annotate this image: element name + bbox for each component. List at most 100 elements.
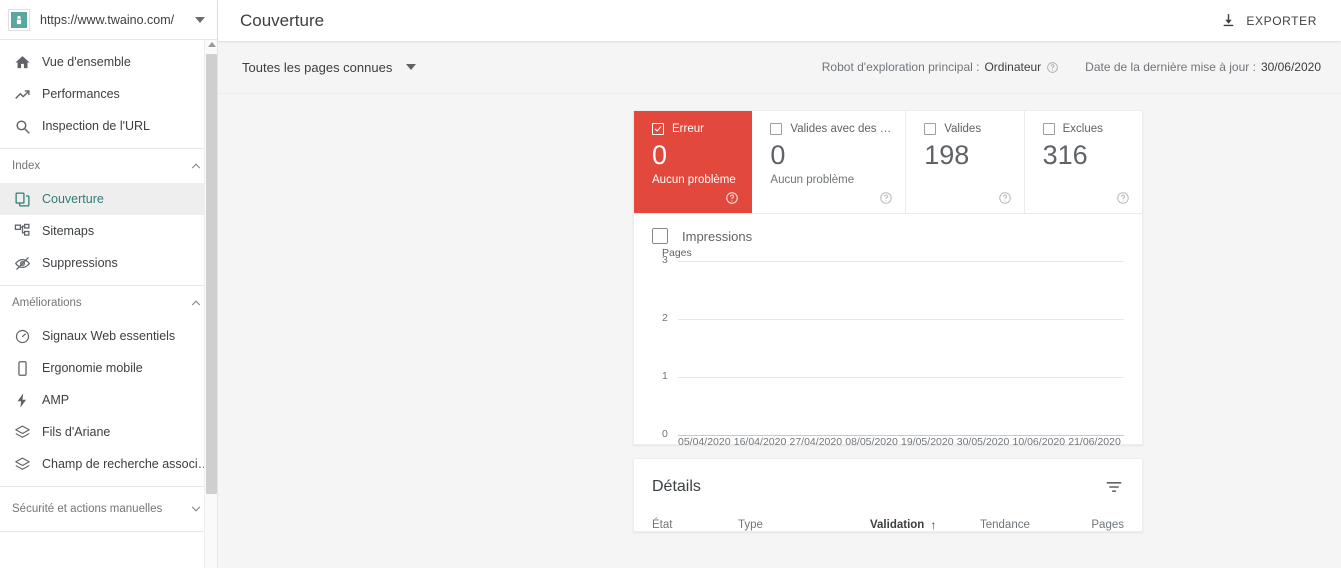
column-header-validation[interactable]: Validation ↑	[870, 519, 980, 531]
checkbox-exclues[interactable]	[1042, 123, 1055, 135]
filter-list-icon[interactable]	[1104, 477, 1124, 497]
column-header-pages[interactable]: Pages	[1082, 519, 1124, 531]
sidebar-item-suppressions[interactable]: Suppressions	[0, 247, 217, 279]
status-card-title: Valides	[944, 123, 982, 135]
sidebar-section-label: Améliorations	[12, 297, 82, 309]
last-update-meta: Date de la dernière mise à jour : 30/06/…	[1085, 60, 1321, 74]
sidebar-scrollbar[interactable]	[204, 40, 217, 568]
divider	[0, 531, 217, 532]
scrollbar-thumb[interactable]	[206, 54, 217, 494]
sidebar-item-label: Couverture	[42, 192, 104, 206]
x-axis: 05/04/2020 16/04/2020 27/04/2020 08/05/2…	[678, 436, 1124, 448]
property-url: https://www.twaino.com/	[40, 12, 175, 27]
scroll-up-arrow-icon[interactable]	[208, 42, 216, 47]
last-update-label: Date de la dernière mise à jour :	[1085, 60, 1256, 74]
sidebar-item-fils-dariane[interactable]: Fils d'Ariane	[0, 416, 217, 448]
last-update-value: 30/06/2020	[1260, 60, 1321, 74]
layers-icon	[12, 422, 32, 442]
coverage-chart-block: Impressions Pages 3 2 1 0 05/04/2020 16/…	[634, 214, 1142, 448]
y-tick-label: 3	[662, 254, 668, 266]
sidebar-section-securite-actions-manuelles[interactable]: Sécurité et actions manuelles	[0, 487, 217, 531]
status-card-header: Erreur	[652, 123, 737, 135]
column-header-type[interactable]: Type	[738, 519, 870, 531]
sidebar-item-vue-densemble[interactable]: Vue d'ensemble	[0, 46, 217, 78]
status-card-row: Erreur 0 Aucun problème Valides avec des…	[634, 111, 1142, 214]
status-card-subtitle: Aucun problème	[652, 174, 736, 186]
y-tick-label: 1	[662, 370, 668, 382]
impressions-toggle-row[interactable]: Impressions	[652, 228, 1124, 244]
search-console-app: https://www.twaino.com/ Vue d'ensemble P…	[0, 0, 1341, 568]
column-header-validation-label: Validation	[870, 519, 925, 531]
column-header-tendance[interactable]: Tendance	[980, 519, 1082, 531]
x-tick-label: 16/04/2020	[733, 436, 787, 448]
checkbox-valides-avec-avertissements[interactable]	[770, 123, 783, 135]
filter-bar: Toutes les pages connues Robot d'explora…	[218, 41, 1341, 94]
details-title: Détails	[652, 478, 701, 495]
help-circle-icon[interactable]	[1116, 191, 1130, 205]
export-label: EXPORTER	[1246, 13, 1317, 28]
subbar-meta: Robot d'exploration principal : Ordinate…	[822, 60, 1321, 74]
layers-icon	[12, 454, 32, 474]
checkbox-valides[interactable]	[924, 123, 937, 135]
x-tick-label: 10/06/2020	[1012, 436, 1066, 448]
sidebar-item-label: Vue d'ensemble	[42, 55, 131, 69]
property-selector[interactable]: https://www.twaino.com/	[0, 0, 217, 40]
nav-group-ameliorations: Signaux Web essentiels Ergonomie mobile …	[0, 320, 217, 486]
status-card-erreur[interactable]: Erreur 0 Aucun problème	[634, 111, 753, 213]
sidebar-item-signaux-web-essentiels[interactable]: Signaux Web essentiels	[0, 320, 217, 352]
chevron-down-icon[interactable]	[195, 16, 205, 23]
x-tick-label: 27/04/2020	[789, 436, 843, 448]
page-filter-value: Toutes les pages connues	[242, 59, 393, 75]
status-card-value: 198	[924, 140, 970, 170]
site-favicon	[8, 8, 30, 31]
sidebar-item-performances[interactable]: Performances	[0, 78, 217, 110]
details-table-header: État Type Validation ↑ Tendance Pages	[634, 497, 1142, 531]
sidebar-item-label: Sitemaps	[42, 224, 95, 238]
crawler-label: Robot d'exploration principal :	[821, 60, 980, 74]
help-circle-icon[interactable]	[879, 191, 893, 205]
sidebar-item-sitemaps[interactable]: Sitemaps	[0, 215, 217, 247]
page-filter-select[interactable]: Toutes les pages connues	[242, 59, 417, 75]
y-tick-label: 0	[662, 428, 668, 440]
panel-column: Erreur 0 Aucun problème Valides avec des…	[218, 110, 1341, 532]
status-card-header: Exclues	[1042, 123, 1128, 135]
nav-group-index: Couverture Sitemaps Suppressions	[0, 183, 217, 285]
status-card-valides[interactable]: Valides 198	[906, 111, 1025, 213]
crawler-meta: Robot d'exploration principal : Ordinate…	[822, 60, 1059, 74]
top-bar: Couverture EXPORTER	[218, 0, 1341, 41]
sidebar-item-label: Signaux Web essentiels	[42, 329, 176, 343]
sidebar-item-inspection-url[interactable]: Inspection de l'URL	[0, 110, 217, 142]
chevron-down-icon	[189, 502, 203, 516]
lightning-bolt-icon	[12, 390, 32, 410]
coverage-chart: Pages 3 2 1 0 05/04/2020 16/04/2020 27/0…	[652, 247, 1124, 448]
coverage-summary-panel: Erreur 0 Aucun problème Valides avec des…	[633, 110, 1143, 448]
sidebar-item-ergonomie-mobile[interactable]: Ergonomie mobile	[0, 352, 217, 384]
export-button[interactable]: EXPORTER	[1208, 6, 1329, 36]
status-card-exclues[interactable]: Exclues 316	[1025, 111, 1142, 213]
trending-up-icon	[12, 84, 32, 104]
sidebar-section-index[interactable]: Index	[0, 149, 217, 183]
x-tick-label: 08/05/2020	[845, 436, 898, 448]
help-circle-icon[interactable]	[725, 191, 739, 205]
help-circle-icon[interactable]	[1046, 61, 1059, 74]
x-tick-label: 30/05/2020	[956, 436, 1010, 448]
sidebar-item-champ-de-recherche-associe[interactable]: Champ de recherche associ…	[0, 448, 217, 480]
sidebar-section-ameliorations[interactable]: Améliorations	[0, 286, 217, 320]
checkbox-erreur[interactable]	[652, 123, 664, 135]
checkbox-impressions[interactable]	[652, 228, 668, 244]
status-card-subtitle: Aucun problème	[770, 174, 855, 186]
gridline-2: 2	[652, 312, 1124, 324]
sidebar-item-amp[interactable]: AMP	[0, 384, 217, 416]
y-tick-label: 2	[662, 312, 668, 324]
sidebar-item-label: Fils d'Ariane	[42, 425, 111, 439]
sidebar-item-couverture[interactable]: Couverture	[0, 183, 217, 215]
sidebar-item-label: Ergonomie mobile	[42, 361, 143, 375]
status-card-value: 0	[652, 140, 668, 170]
sidebar-item-label: Champ de recherche associ…	[42, 457, 211, 471]
help-circle-icon[interactable]	[998, 191, 1012, 205]
status-card-valides-avec-des-avertissements[interactable]: Valides avec des … 0 Aucun problème	[752, 111, 907, 213]
gridline-3: 3	[652, 254, 1124, 266]
details-header: Détails	[634, 459, 1142, 497]
column-header-etat[interactable]: État	[652, 519, 738, 531]
chevron-down-icon	[406, 64, 417, 70]
